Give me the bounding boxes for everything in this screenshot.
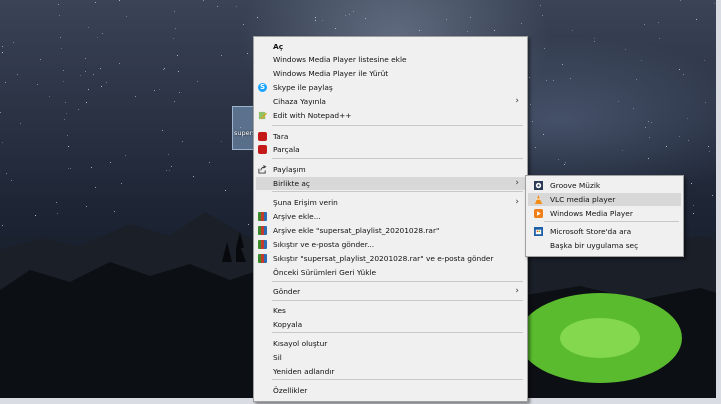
- menu-item-edit-with-notepad[interactable]: Edit with Notepad++: [256, 109, 525, 122]
- menu-item-label: Aç: [273, 42, 284, 51]
- menu-item-g-nder[interactable]: Gönder ›: [256, 285, 525, 298]
- menu-item-microsoft-store-da-ara[interactable]: Microsoft Store'da ara: [528, 225, 681, 238]
- chevron-right-icon: ›: [515, 178, 519, 188]
- menu-separator: [272, 332, 523, 333]
- menu-item-label: Edit with Notepad++: [273, 111, 352, 120]
- menu-item-label: Özellikler: [273, 386, 308, 395]
- menu-item-birlikte-a[interactable]: Birlikte aç ›: [256, 177, 525, 190]
- winrar-icon: [258, 240, 267, 249]
- menu-item-k-sayol-olu-tur[interactable]: Kısayol oluştur: [256, 337, 525, 350]
- menu-item-tara[interactable]: Tara: [256, 130, 525, 143]
- menu-item-a[interactable]: Aç: [256, 40, 525, 53]
- chevron-right-icon: ›: [515, 96, 519, 106]
- menu-item-label: Cihaza Yayınla: [273, 97, 326, 106]
- menu-item-yeniden-adland-r[interactable]: Yeniden adlandır: [256, 365, 525, 378]
- menu-item-label: Microsoft Store'da ara: [550, 227, 632, 236]
- menu-item-skype-ile-payla[interactable]: S Skype ile paylaş: [256, 81, 525, 94]
- microsoft-store-icon: [534, 227, 543, 236]
- menu-item-label: Önceki Sürümleri Geri Yükle: [273, 268, 377, 277]
- winrar-icon: [258, 226, 267, 235]
- menu-item-label: Başka bir uygulama seç: [550, 241, 639, 250]
- menu-item-label: Sıkıştır "supersat_playlist_20201028.rar…: [273, 254, 494, 263]
- menu-item-una-eri-im-verin[interactable]: Şuna Erişim verin ›: [256, 196, 525, 209]
- menu-item-label: Sil: [273, 353, 282, 362]
- menu-item-kopyala[interactable]: Kopyala: [256, 318, 525, 331]
- menu-item-label: Skype ile paylaş: [273, 83, 333, 92]
- menu-item-groove-m-zik[interactable]: Groove Müzik: [528, 179, 681, 192]
- mcafee-icon: [258, 132, 267, 141]
- menu-item-s-k-t-r-ve-e-posta-g-nder[interactable]: Sıkıştır ve e-posta gönder...: [256, 238, 525, 251]
- menu-item-nceki-s-r-mleri-geri-y-kle[interactable]: Önceki Sürümleri Geri Yükle: [256, 266, 525, 279]
- menu-item-label: Windows Media Player ile Yürüt: [273, 69, 389, 78]
- menu-item-label: Windows Media Player: [550, 209, 633, 218]
- mcafee-icon: [258, 145, 267, 154]
- open-with-submenu: Groove Müzik VLC media player Windows Medi…: [525, 175, 684, 257]
- menu-item-label: Tara: [273, 132, 289, 141]
- menu-item-cihaza-yay-nla[interactable]: Cihaza Yayınla ›: [256, 95, 525, 108]
- menu-separator: [272, 281, 523, 282]
- menu-item-windows-media-player[interactable]: Windows Media Player: [528, 207, 681, 220]
- menu-item-s-k-t-r-supersat-playlist-20201028-rar-v[interactable]: Sıkıştır "supersat_playlist_20201028.rar…: [256, 252, 525, 265]
- context-menu: Aç Windows Media Player listesine ekle Win…: [253, 36, 528, 402]
- menu-item-kes[interactable]: Kes: [256, 304, 525, 317]
- menu-item-label: Gönder: [273, 287, 301, 296]
- chevron-right-icon: ›: [515, 286, 519, 296]
- skype-icon: S: [258, 83, 267, 92]
- vlc-icon: [534, 195, 543, 204]
- menu-item-label: Şuna Erişim verin: [273, 198, 338, 207]
- menu-separator: [544, 221, 679, 222]
- menu-item-par-ala[interactable]: Parçala: [256, 143, 525, 156]
- menu-item-label: Paylaşım: [273, 165, 306, 174]
- menu-item-windows-media-player-listesine-ekle[interactable]: Windows Media Player listesine ekle: [256, 53, 525, 66]
- chevron-right-icon: ›: [515, 197, 519, 207]
- menu-item-label: VLC media player: [550, 195, 616, 204]
- menu-item-zellikler[interactable]: Özellikler: [256, 384, 525, 397]
- menu-item-ar-ive-ekle[interactable]: Arşive ekle...: [256, 210, 525, 223]
- menu-item-ar-ive-ekle-supersat-playlist-20201028-r[interactable]: Arşive ekle "supersat_playlist_20201028.…: [256, 224, 525, 237]
- winrar-icon: [258, 212, 267, 221]
- menu-item-label: Yeniden adlandır: [273, 367, 335, 376]
- menu-item-vlc-media-player[interactable]: VLC media player: [528, 193, 681, 206]
- menu-item-windows-media-player-ile-y-r-t[interactable]: Windows Media Player ile Yürüt: [256, 67, 525, 80]
- menu-item-sil[interactable]: Sil: [256, 351, 525, 364]
- menu-item-label: Arşive ekle...: [273, 212, 321, 221]
- notepad-plus-plus-icon: [258, 111, 267, 120]
- menu-separator: [272, 125, 523, 126]
- file-icon-label: supersat_playlist_2: [234, 129, 254, 137]
- menu-separator: [272, 379, 523, 380]
- share-icon: [258, 165, 267, 174]
- menu-item-label: Arşive ekle "supersat_playlist_20201028.…: [273, 226, 440, 235]
- menu-separator: [272, 158, 523, 159]
- winrar-icon: [258, 254, 267, 263]
- groove-music-icon: [534, 181, 543, 190]
- menu-item-label: Sıkıştır ve e-posta gönder...: [273, 240, 375, 249]
- menu-item-ba-ka-bir-uygulama-se[interactable]: Başka bir uygulama seç: [528, 239, 681, 252]
- menu-separator: [272, 300, 523, 301]
- menu-item-label: Kısayol oluştur: [273, 339, 328, 348]
- menu-item-label: Groove Müzik: [550, 181, 601, 190]
- menu-item-payla-m[interactable]: Paylaşım: [256, 163, 525, 176]
- menu-separator: [272, 191, 523, 192]
- menu-item-label: Parçala: [273, 145, 300, 154]
- window-border: [716, 0, 721, 404]
- menu-item-label: Kopyala: [273, 320, 303, 329]
- menu-item-label: Kes: [273, 306, 286, 315]
- windows-media-player-icon: [534, 209, 543, 218]
- menu-item-label: Windows Media Player listesine ekle: [273, 55, 407, 64]
- menu-item-label: Birlikte aç: [273, 179, 310, 188]
